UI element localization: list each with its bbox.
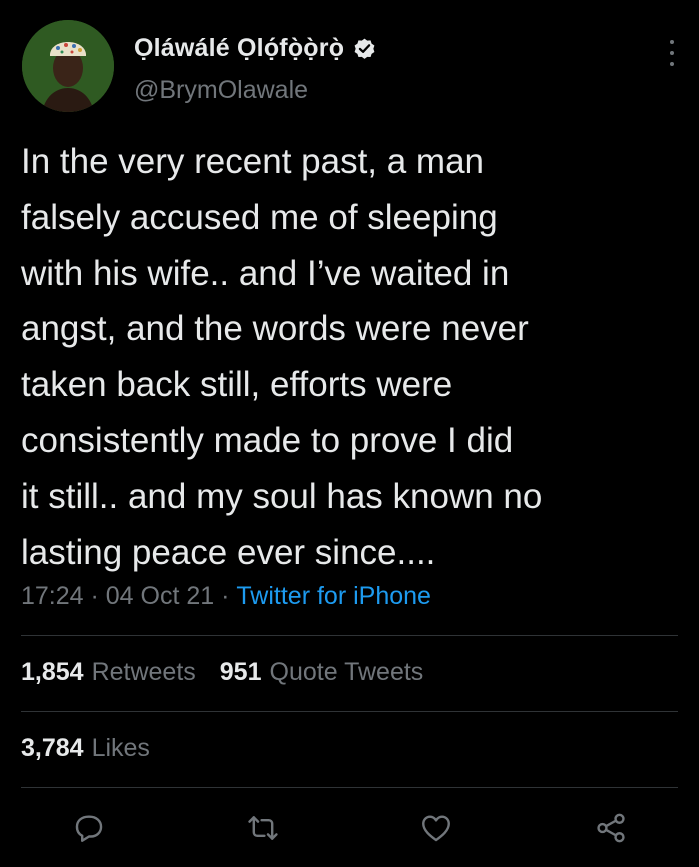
likes-count: 3,784 <box>21 734 84 762</box>
divider <box>21 635 678 636</box>
author-handle[interactable]: @BrymOlawale <box>134 76 308 105</box>
tweet-source-link[interactable]: Twitter for iPhone <box>236 582 431 611</box>
reply-icon <box>75 815 103 842</box>
retweets-label: Retweets <box>91 658 196 686</box>
more-options-icon[interactable] <box>662 38 682 68</box>
reply-button[interactable] <box>72 811 106 845</box>
tweet-header: Ọláwálé Ọlọ́fọ̀ọ̀rọ̀ @BrymOlawale <box>22 20 682 116</box>
divider <box>21 711 678 712</box>
tweet-meta: 17:24 · 04 Oct 21 · Twitter for iPhone <box>21 582 431 611</box>
tweet-actions-bar <box>0 805 699 851</box>
tweet-text: In the very recent past, a man falsely a… <box>21 142 543 572</box>
quotes-count: 951 <box>219 658 262 686</box>
share-button[interactable] <box>594 811 628 845</box>
verified-badge-icon <box>352 36 377 61</box>
meta-separator: · <box>214 582 237 610</box>
like-icon <box>422 815 450 842</box>
retweet-stats-row: 1,854 Retweets 951 Quote Tweets <box>21 658 423 687</box>
like-button[interactable] <box>419 811 453 845</box>
author-display-name[interactable]: Ọláwálé Ọlọ́fọ̀ọ̀rọ̀ <box>134 34 344 63</box>
likes-stats-row: 3,784 Likes <box>21 734 150 763</box>
tweet-date[interactable]: 04 Oct 21 <box>106 582 214 611</box>
quotes-label: Quote Tweets <box>269 658 424 686</box>
avatar-image <box>22 20 114 112</box>
retweet-icon <box>248 816 278 840</box>
retweet-button[interactable] <box>246 811 280 845</box>
divider <box>21 787 678 788</box>
retweets-stat[interactable]: 1,854 Retweets <box>21 658 196 687</box>
share-icon <box>597 813 625 843</box>
meta-separator: · <box>83 582 106 610</box>
likes-stat[interactable]: 3,784 Likes <box>21 734 150 763</box>
author-name-row: Ọláwálé Ọlọ́fọ̀ọ̀rọ̀ <box>134 34 377 63</box>
likes-label: Likes <box>91 734 150 762</box>
quotes-stat[interactable]: 951 Quote Tweets <box>220 658 424 687</box>
tweet-time[interactable]: 17:24 <box>21 582 84 611</box>
retweets-count: 1,854 <box>21 658 84 686</box>
avatar[interactable] <box>22 20 114 112</box>
